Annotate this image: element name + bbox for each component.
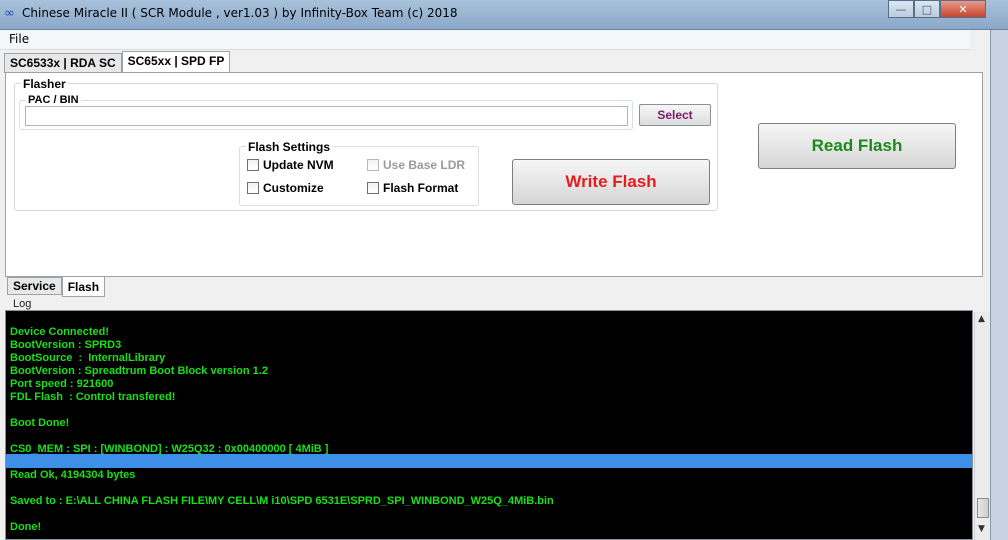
client-area: File SC6533x | RDA SC SC65xx | SPD FP Fl… [0,30,990,540]
tab-sc65xx[interactable]: SC65xx | SPD FP [121,51,231,73]
flasher-legend: Flasher [21,77,68,91]
log-label: Log [13,298,32,310]
minimize-icon: — [895,2,907,16]
use-base-ldr-label: Use Base LDR [383,158,466,172]
flash-format-label: Flash Format [383,181,459,195]
maximize-button[interactable]: □ [914,0,940,18]
top-tab-strip: SC6533x | RDA SC SC65xx | SPD FP [4,51,231,73]
checkbox-icon [247,182,259,194]
log-text: Device Connected! BootVersion : SPRD3 Bo… [10,326,554,533]
bottom-tab-strip: Service Flash [7,277,106,297]
menu-file[interactable]: File [9,32,29,46]
flash-settings-group: Flash Settings Update NVM Use Base LDR C… [239,140,479,206]
title-bar: ∞ Chinese Miracle II ( SCR Module , ver1… [0,0,1008,30]
customize-label: Customize [263,181,324,195]
log-console[interactable]: Device Connected! BootVersion : SPRD3 Bo… [5,310,973,540]
log-scrollbar[interactable]: ▲ ▼ [974,312,990,540]
checkbox-icon [367,182,379,194]
write-flash-button[interactable]: Write Flash [512,159,710,205]
read-flash-button[interactable]: Read Flash [758,123,956,169]
close-icon: ✕ [958,2,968,16]
scroll-up-icon[interactable]: ▲ [978,314,985,324]
tab-service[interactable]: Service [7,277,62,295]
minimize-button[interactable]: — [888,0,914,18]
pac-bin-group: PAC / BIN [19,94,633,130]
window-controls: — □ ✕ [888,0,986,20]
pac-bin-legend: PAC / BIN [26,94,81,106]
use-base-ldr-checkbox[interactable]: Use Base LDR [367,158,465,172]
update-nvm-label: Update NVM [263,158,334,172]
flash-format-checkbox[interactable]: Flash Format [367,181,458,195]
update-nvm-checkbox[interactable]: Update NVM [247,158,334,172]
window-right-frame [990,30,1008,540]
menu-bar: File [0,30,970,50]
flasher-group: Flasher PAC / BIN Select Flash Settings … [14,77,718,211]
checkbox-icon [367,159,379,171]
flash-settings-legend: Flash Settings [246,140,333,154]
select-button[interactable]: Select [639,104,711,126]
pac-bin-path-input[interactable] [25,106,628,126]
spd-tab-panel: Flasher PAC / BIN Select Flash Settings … [5,72,983,277]
maximize-icon: □ [921,2,933,16]
customize-checkbox[interactable]: Customize [247,181,324,195]
close-button[interactable]: ✕ [940,0,986,18]
scroll-thumb[interactable] [977,498,989,518]
tab-sc6533x[interactable]: SC6533x | RDA SC [4,53,122,73]
window-title: Chinese Miracle II ( SCR Module , ver1.0… [22,6,458,20]
checkbox-icon [247,159,259,171]
tab-flash[interactable]: Flash [61,277,106,297]
infinity-icon: ∞ [4,6,15,21]
scroll-down-icon[interactable]: ▼ [978,524,985,534]
